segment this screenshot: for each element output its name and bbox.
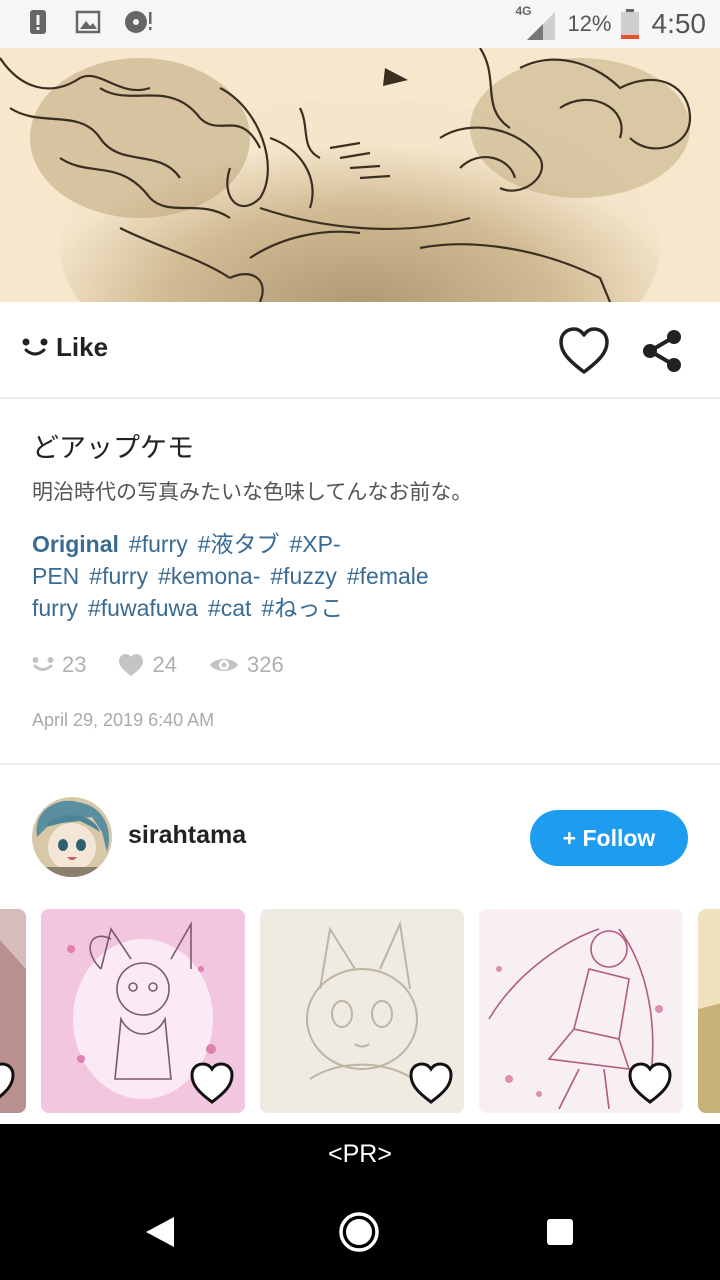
favorite-count-value: 24 bbox=[152, 652, 177, 677]
share-icon[interactable] bbox=[640, 328, 684, 374]
artwork-image[interactable] bbox=[0, 48, 720, 302]
tag[interactable]: #fuzzy bbox=[270, 563, 336, 589]
artwork-thumbnail[interactable] bbox=[0, 909, 26, 1113]
battery-percent: 12% bbox=[567, 11, 612, 36]
tag[interactable]: #cat bbox=[208, 595, 251, 621]
artwork-thumbnail[interactable] bbox=[698, 909, 720, 1113]
clock: 4:50 bbox=[651, 8, 707, 39]
post-date: April 29, 2019 6:40 AM bbox=[32, 710, 215, 730]
tag[interactable]: #ねっこ bbox=[261, 595, 343, 621]
home-icon[interactable] bbox=[338, 1211, 380, 1253]
smile-icon bbox=[32, 657, 54, 671]
post-title: どアップケモ bbox=[32, 433, 194, 464]
author-row: sirahtama + Follow bbox=[0, 767, 720, 907]
recent-apps-icon[interactable] bbox=[546, 1218, 574, 1246]
tag-list: Original #furry #液タブ #XP-PEN #furry #kemona- #… bbox=[32, 528, 472, 624]
tag[interactable]: #fuwafuwa bbox=[88, 595, 198, 621]
alert-icon bbox=[30, 10, 46, 34]
ad-banner[interactable]: <PR> bbox=[0, 1124, 720, 1184]
network-type: 4G bbox=[515, 4, 532, 18]
eye-icon bbox=[209, 659, 238, 671]
heart-icon[interactable] bbox=[189, 1061, 235, 1105]
avatar[interactable] bbox=[32, 797, 112, 877]
artwork-thumbnail[interactable] bbox=[479, 909, 683, 1113]
status-bar: 4G 12% 4:50 bbox=[0, 0, 720, 48]
signal-icon: 4G bbox=[515, 4, 559, 42]
post-description: 明治時代の写真みたいな色味してんなお前な。 bbox=[32, 480, 473, 504]
heart-icon[interactable] bbox=[558, 326, 610, 376]
heart-icon[interactable] bbox=[408, 1061, 454, 1105]
view-count-value: 326 bbox=[246, 652, 284, 677]
like-count: 23 bbox=[32, 652, 86, 678]
battery-icon bbox=[620, 9, 639, 39]
like-button[interactable]: Like bbox=[22, 332, 108, 363]
back-icon[interactable] bbox=[144, 1215, 176, 1249]
action-bar: Like bbox=[0, 302, 720, 399]
tag-original[interactable]: Original bbox=[32, 531, 119, 557]
author-name[interactable]: sirahtama bbox=[128, 821, 246, 850]
like-label: Like bbox=[56, 332, 109, 362]
tag[interactable]: #furry bbox=[129, 531, 188, 557]
tag[interactable]: #furry bbox=[89, 563, 148, 589]
artwork-thumbnail[interactable] bbox=[41, 909, 245, 1113]
heart-icon[interactable] bbox=[0, 1061, 16, 1105]
follow-button[interactable]: + Follow bbox=[530, 810, 688, 866]
heart-icon[interactable] bbox=[627, 1061, 673, 1105]
favorite-count: 24 bbox=[118, 652, 177, 678]
smile-icon bbox=[22, 338, 48, 355]
post-stats: 23 24 326 bbox=[32, 652, 316, 678]
heart-icon bbox=[119, 654, 144, 676]
like-count-value: 23 bbox=[62, 652, 87, 677]
post-details: どアップケモ 明治時代の写真みたいな色味してんなお前な。 Original #fu… bbox=[0, 400, 720, 765]
disc-icon bbox=[125, 11, 152, 33]
artwork-thumbnail[interactable] bbox=[260, 909, 464, 1113]
navigation-bar bbox=[0, 1184, 720, 1280]
tag[interactable]: #液タブ bbox=[198, 531, 280, 557]
image-icon bbox=[75, 10, 101, 34]
related-artworks bbox=[0, 909, 720, 1114]
view-count: 326 bbox=[209, 652, 284, 678]
tag[interactable]: #kemona- bbox=[158, 563, 260, 589]
